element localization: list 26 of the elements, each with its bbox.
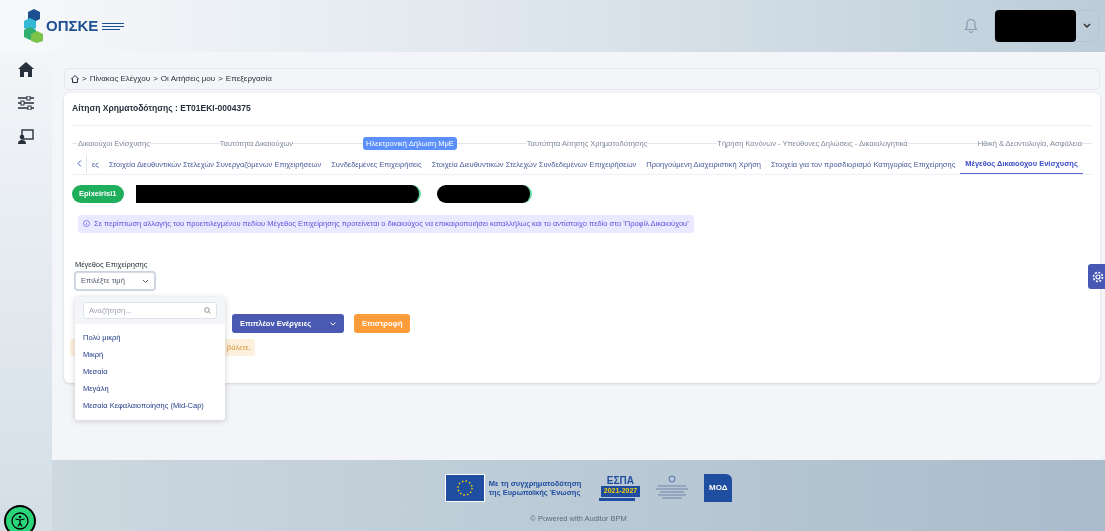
hexagon-logo-icon	[24, 9, 44, 43]
settings-icon	[1091, 269, 1105, 284]
chevron-down-icon	[330, 321, 336, 326]
eu-flag-icon	[444, 474, 485, 502]
breadcrumb-link[interactable]: Οι Αιτήσεις μου	[160, 73, 216, 85]
breadcrumb-link[interactable]: Πίνακας Ελέγχου	[89, 73, 151, 85]
home-icon[interactable]	[71, 75, 79, 83]
user-menu[interactable]	[994, 10, 1099, 42]
emblem-drawing	[654, 475, 691, 501]
presenter-icon[interactable]	[18, 129, 34, 144]
home-icon[interactable]	[18, 62, 34, 77]
breadcrumb-separator: >	[82, 73, 87, 85]
search-icon	[204, 307, 211, 314]
page-title: Αίτηση Χρηματοδότησης : ET01EKI-0004375	[72, 102, 1092, 126]
info-icon	[83, 220, 90, 228]
logo-text: ΟΠΣΚΕ	[46, 15, 99, 36]
breadcrumb-separator: >	[153, 73, 158, 85]
accessibility-icon	[11, 512, 29, 530]
breadcrumb-link[interactable]: Επεξεργασία	[225, 73, 272, 85]
logo-subtitle-lines	[102, 22, 125, 30]
chevron-left-icon	[76, 160, 82, 168]
chevron-down-icon	[142, 278, 149, 284]
breadcrumb-separator: >	[218, 73, 223, 85]
sliders-icon[interactable]	[18, 96, 34, 110]
settings-tab[interactable]	[1088, 264, 1105, 289]
moda-logo: ΜΟΔ	[704, 474, 733, 502]
